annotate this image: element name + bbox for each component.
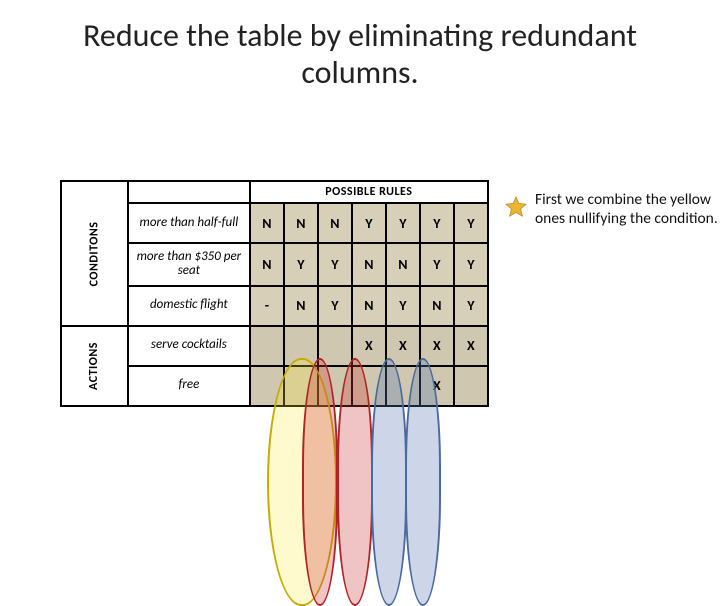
act-cell: X — [352, 326, 386, 366]
act-cell — [250, 366, 284, 406]
act-cell: X — [386, 326, 420, 366]
act-cell — [386, 366, 420, 406]
cond-cell: N — [250, 203, 284, 243]
annotation-text: First we combine the yellow ones nullify… — [535, 190, 720, 229]
act-cell: X — [420, 366, 454, 406]
cond-cell: N — [284, 286, 318, 326]
conditions-vertical-label: CONDITONS — [61, 181, 128, 326]
star-icon — [505, 196, 527, 218]
blank-header — [128, 181, 250, 203]
cond-cell: Y — [454, 203, 488, 243]
cond-cell: N — [420, 286, 454, 326]
act-cell — [284, 366, 318, 406]
cond-cell: N — [318, 203, 352, 243]
cond-cell: N — [352, 243, 386, 286]
action-row: ACTIONS serve cocktails X X X X — [61, 326, 488, 366]
act-cell — [454, 366, 488, 406]
slide-title: Reduce the table by eliminating redundan… — [0, 0, 720, 92]
act-cell — [250, 326, 284, 366]
cond-cell: Y — [454, 286, 488, 326]
cond-cell: Y — [284, 243, 318, 286]
cond-cell: Y — [318, 286, 352, 326]
action-label: free — [128, 366, 250, 406]
cond-cell: Y — [318, 243, 352, 286]
cond-cell: Y — [386, 203, 420, 243]
condition-label: domestic flight — [128, 286, 250, 326]
cond-cell: Y — [352, 203, 386, 243]
act-cell — [318, 326, 352, 366]
cond-cell: Y — [420, 243, 454, 286]
cond-cell: N — [352, 286, 386, 326]
actions-vertical-label: ACTIONS — [61, 326, 128, 406]
cond-cell: Y — [386, 286, 420, 326]
act-cell — [318, 366, 352, 406]
cond-cell: N — [386, 243, 420, 286]
act-cell — [284, 326, 318, 366]
rules-header: POSSIBLE RULES — [250, 181, 488, 203]
act-cell: X — [454, 326, 488, 366]
cond-cell: Y — [420, 203, 454, 243]
decision-table: CONDITONS POSSIBLE RULES more than half-… — [60, 180, 489, 407]
condition-label: more than $350 per seat — [128, 243, 250, 286]
action-label: serve cocktails — [128, 326, 250, 366]
act-cell: X — [420, 326, 454, 366]
cond-cell: N — [250, 243, 284, 286]
decision-table-wrap: CONDITONS POSSIBLE RULES more than half-… — [60, 180, 489, 407]
condition-label: more than half-full — [128, 203, 250, 243]
cond-cell: N — [284, 203, 318, 243]
act-cell — [352, 366, 386, 406]
cond-cell: - — [250, 286, 284, 326]
cond-cell: Y — [454, 243, 488, 286]
